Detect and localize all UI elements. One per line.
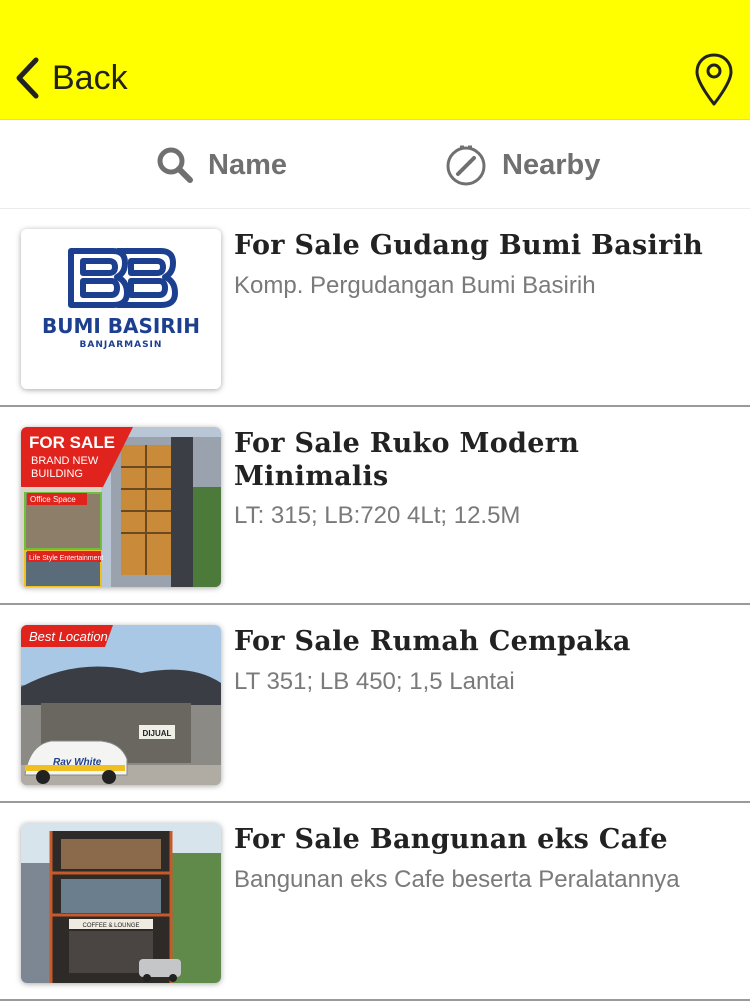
list-item[interactable]: DIJUAL Ray White Best Location For Sale …	[0, 605, 750, 803]
listing-thumbnail: COFFEE & LOUNGE	[21, 823, 221, 983]
compass-icon	[446, 145, 486, 186]
thumb-banner: Best Location	[29, 629, 108, 644]
filter-tabs: Name Nearby	[0, 121, 750, 209]
thumb-sign: COFFEE & LOUNGE	[82, 923, 139, 929]
listing-thumbnail: BUMI BASIRIH BANJARMASIN	[21, 229, 221, 389]
logo-title: BUMI BASIRIH	[42, 314, 200, 338]
listing-subtitle: LT: 315; LB:720 4Lt; 12.5M	[234, 502, 521, 529]
thumb-tag-1: Office Space	[30, 495, 76, 504]
tab-name-label: Name	[208, 148, 287, 181]
back-button[interactable]: Back	[14, 52, 128, 104]
thumb-sign: DIJUAL	[143, 729, 172, 738]
listing-subtitle: LT 351; LB 450; 1,5 Lantai	[234, 668, 515, 695]
list-item[interactable]: BUMI BASIRIH BANJARMASIN For Sale Gudang…	[0, 209, 750, 407]
app-header: Back	[0, 0, 750, 120]
chevron-left-icon	[16, 57, 39, 99]
ruko-photo: FOR SALE BRAND NEW BUILDING Office Space…	[21, 427, 221, 587]
listing-title: For Sale Bangunan eks Cafe	[234, 824, 668, 855]
list-item[interactable]: FOR SALE BRAND NEW BUILDING Office Space…	[0, 407, 750, 605]
thumb-banner-sub-1: BRAND NEW	[31, 455, 99, 467]
thumb-banner: FOR SALE	[29, 433, 115, 452]
rumah-photo: DIJUAL Ray White Best Location	[21, 625, 221, 785]
listing-list: BUMI BASIRIH BANJARMASIN For Sale Gudang…	[0, 209, 750, 1001]
cafe-photo: COFFEE & LOUNGE	[21, 823, 221, 983]
logo-subtitle: BANJARMASIN	[80, 340, 163, 350]
listing-title: For Sale Gudang Bumi Basirih	[234, 230, 704, 261]
tab-nearby-label: Nearby	[502, 148, 601, 181]
list-item[interactable]: COFFEE & LOUNGE For Sale Bangunan eks Ca…	[0, 803, 750, 1001]
listing-subtitle: Komp. Pergudangan Bumi Basirih	[234, 272, 596, 299]
tab-name[interactable]: Name	[156, 121, 287, 209]
back-label: Back	[52, 59, 128, 97]
listing-thumbnail: FOR SALE BRAND NEW BUILDING Office Space…	[21, 427, 221, 587]
thumb-banner-sub-2: BUILDING	[31, 468, 83, 480]
map-pin-icon	[695, 53, 733, 106]
location-button[interactable]	[693, 52, 735, 108]
listing-subtitle: Bangunan eks Cafe beserta Peralatannya	[234, 866, 680, 893]
tab-nearby[interactable]: Nearby	[444, 121, 600, 209]
bumi-basirih-logo: BUMI BASIRIH BANJARMASIN	[21, 229, 221, 389]
listing-thumbnail: DIJUAL Ray White Best Location	[21, 625, 221, 785]
listing-title: For Sale Ruko Modern Minimalis	[234, 428, 580, 492]
thumb-tag-2: Life Style Entertainment	[29, 555, 103, 562]
listing-title: For Sale Rumah Cempaka	[234, 626, 631, 657]
search-icon	[157, 147, 193, 183]
